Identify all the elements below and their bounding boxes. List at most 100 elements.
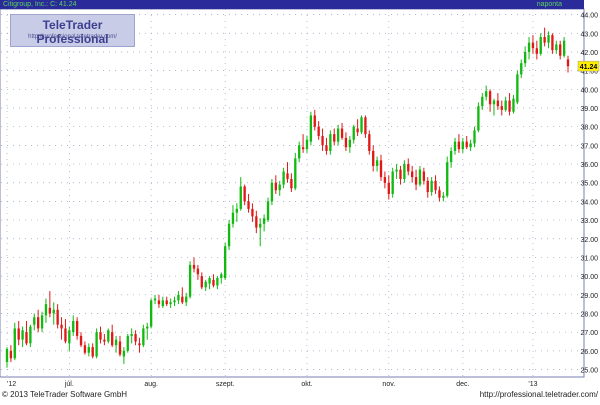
y-tick-label: 29.00	[580, 293, 598, 300]
candle-body	[262, 218, 266, 224]
candle-body	[87, 347, 90, 353]
candle-body	[56, 309, 59, 325]
logo-text: TeleTrader Professional	[36, 18, 109, 46]
candle-body	[146, 326, 149, 329]
candle-body	[79, 335, 83, 346]
y-tick-label: 34.00	[580, 199, 598, 206]
candle	[391, 167, 394, 198]
candle-body	[114, 339, 118, 346]
candle-body	[301, 147, 305, 150]
candle-body	[422, 171, 426, 181]
candle	[516, 70, 519, 105]
candle-body	[40, 315, 44, 329]
candle-body	[91, 347, 94, 357]
candle-body	[60, 324, 63, 329]
candle-body	[48, 307, 52, 314]
y-tick-label: 32.00	[580, 237, 598, 244]
candle-body	[391, 171, 394, 194]
candle-body	[465, 141, 468, 148]
candle-body	[17, 328, 20, 340]
candle-body	[387, 182, 390, 194]
footer-url[interactable]: http://professional.teletrader.com/	[480, 390, 598, 400]
candle-body	[200, 276, 203, 288]
candle-body	[259, 223, 262, 228]
candle-body	[21, 330, 24, 340]
candle-body	[282, 171, 285, 185]
candle-body	[134, 334, 137, 342]
candle-body	[434, 180, 437, 191]
candle-body	[496, 100, 500, 107]
candle-body	[410, 171, 414, 178]
last-price-label: 41.24	[580, 64, 598, 71]
candle	[188, 261, 192, 299]
chart-frame: 25.00 26.00 27.00 28.00 29.00 30.00 31.00 32.00…	[0, 0, 600, 400]
candle-body	[72, 320, 75, 333]
candle-body	[372, 150, 375, 166]
candle-body	[278, 184, 281, 191]
candle-body	[321, 136, 324, 146]
candle-body	[383, 177, 387, 183]
x-tick-label: okt.	[301, 381, 312, 388]
candle-body	[492, 100, 496, 105]
y-tick-label: 33.00	[580, 218, 598, 225]
candle-body	[126, 335, 129, 351]
candle-body	[83, 345, 87, 353]
y-tick-label: 35.00	[580, 181, 598, 188]
candle-body	[181, 296, 184, 303]
candle-body	[379, 160, 383, 178]
candle-body	[196, 268, 200, 275]
candle-body	[138, 343, 141, 346]
last-price-marker: 41.24	[577, 60, 600, 72]
candle-body	[111, 332, 114, 346]
candle-body	[235, 208, 239, 213]
candle-body	[313, 115, 316, 127]
candle-body	[333, 134, 336, 142]
y-tick-label: 43.00	[580, 31, 598, 38]
x-tick-label: szept.	[216, 381, 235, 388]
candle-body	[118, 341, 122, 355]
candle-body	[535, 48, 539, 54]
y-tick-label: 37.00	[580, 143, 598, 150]
candle	[360, 115, 363, 135]
candle-body	[485, 91, 488, 97]
candle-body	[449, 150, 453, 163]
candle-body	[340, 128, 344, 138]
candle-body	[220, 274, 223, 278]
chart-title: Citigroup, Inc.: C: 41.24	[3, 1, 77, 8]
candle-body	[165, 300, 168, 305]
candle-body	[403, 164, 406, 179]
candle-body	[231, 212, 235, 224]
candle-body	[500, 106, 503, 110]
candle	[477, 102, 480, 133]
candle	[270, 178, 274, 206]
x-tick-label: dec.	[456, 381, 469, 388]
candle-body	[286, 173, 289, 179]
candle-body	[453, 141, 457, 151]
candle-body	[227, 223, 231, 247]
candle-body	[103, 339, 106, 342]
candle-body	[212, 279, 215, 286]
candle-body	[142, 328, 145, 346]
candle-body	[504, 100, 507, 110]
candle-body	[438, 190, 441, 198]
candle	[446, 156, 449, 198]
candle-body	[559, 44, 562, 56]
candle-body	[543, 37, 546, 43]
candle-body	[488, 91, 492, 105]
candle	[13, 322, 16, 361]
candle-body	[223, 246, 227, 278]
candle-body	[243, 186, 246, 202]
candle	[223, 242, 227, 280]
candle-body	[239, 186, 242, 209]
candle-body	[414, 177, 418, 185]
candle-body	[336, 128, 340, 142]
candle-body	[344, 137, 348, 148]
candle-body	[442, 195, 445, 198]
candle-body	[216, 277, 219, 286]
candle-body	[9, 350, 13, 359]
y-tick-label: 39.00	[580, 106, 598, 113]
candle-body	[512, 98, 515, 112]
candle-body	[446, 162, 449, 196]
y-tick-label: 31.00	[580, 255, 598, 262]
candle-body	[473, 130, 476, 144]
